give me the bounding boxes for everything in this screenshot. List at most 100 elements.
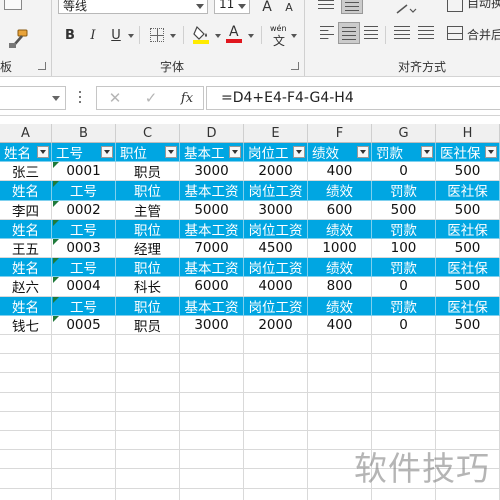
table-cell[interactable] — [116, 411, 180, 431]
header-cell[interactable]: 姓名 — [0, 258, 52, 278]
table-cell[interactable] — [244, 392, 308, 412]
table-cell[interactable] — [52, 335, 116, 355]
table-cell[interactable]: 0004 — [52, 277, 116, 297]
table-cell[interactable]: 100 — [372, 239, 436, 259]
cancel-icon[interactable]: ✕ — [105, 89, 125, 107]
table-cell[interactable] — [372, 411, 436, 431]
chevron-down-icon[interactable] — [170, 34, 176, 38]
table-cell[interactable]: 400 — [308, 162, 372, 182]
borders-icon[interactable] — [150, 28, 164, 42]
table-cell[interactable] — [436, 335, 500, 355]
table-cell[interactable] — [52, 431, 116, 451]
table-cell[interactable] — [308, 373, 372, 393]
fill-color-icon[interactable] — [193, 24, 211, 44]
column-header-g[interactable]: G — [372, 124, 436, 143]
table-cell[interactable] — [0, 392, 52, 412]
header-cell[interactable]: 医社保 — [436, 181, 500, 201]
table-cell[interactable] — [436, 392, 500, 412]
orientation-icon[interactable] — [395, 0, 417, 14]
decrease-indent-icon[interactable] — [394, 26, 410, 40]
table-cell[interactable] — [0, 373, 52, 393]
header-cell[interactable]: 医社保 — [436, 258, 500, 278]
header-cell[interactable]: 姓名 — [0, 296, 52, 316]
table-cell[interactable]: 400 — [308, 315, 372, 335]
header-cell[interactable]: 职位 — [116, 219, 180, 239]
header-cell[interactable]: 工号 — [52, 219, 116, 239]
header-cell[interactable]: 职位 — [116, 296, 180, 316]
header-cell[interactable]: 罚款 — [372, 258, 436, 278]
table-cell[interactable] — [0, 431, 52, 451]
header-cell[interactable]: 工号 — [52, 181, 116, 201]
table-cell[interactable] — [244, 354, 308, 374]
header-cell[interactable]: 岗位工 — [244, 143, 308, 163]
font-name-select[interactable]: 等线 — [58, 0, 208, 14]
header-cell[interactable]: 工号 — [52, 296, 116, 316]
align-top-icon[interactable] — [318, 0, 334, 12]
enter-icon[interactable]: ✓ — [141, 89, 161, 107]
table-cell[interactable]: 赵六 — [0, 277, 52, 297]
table-cell[interactable] — [244, 373, 308, 393]
header-cell[interactable]: 基本工资 — [180, 296, 244, 316]
table-cell[interactable]: 主管 — [116, 200, 180, 220]
table-cell[interactable]: 0002 — [52, 200, 116, 220]
chevron-down-icon[interactable] — [52, 96, 60, 101]
table-cell[interactable] — [116, 431, 180, 451]
table-cell[interactable]: 1000 — [308, 239, 372, 259]
table-cell[interactable] — [52, 354, 116, 374]
header-cell[interactable]: 基本工资 — [180, 181, 244, 201]
merge-center-label[interactable]: 合并后 — [467, 26, 500, 43]
format-painter-icon[interactable] — [6, 28, 30, 50]
bold-button[interactable]: B — [62, 26, 78, 44]
table-cell[interactable]: 钱七 — [0, 315, 52, 335]
column-header-h[interactable]: H — [436, 124, 500, 143]
increase-font-size-button[interactable]: A — [258, 0, 276, 15]
header-cell[interactable]: 岗位工资 — [244, 258, 308, 278]
table-cell[interactable] — [52, 411, 116, 431]
table-cell[interactable] — [372, 488, 436, 500]
table-cell[interactable]: 4500 — [244, 239, 308, 259]
header-cell[interactable]: 职位 — [116, 143, 180, 163]
filter-dropdown-icon[interactable] — [485, 146, 497, 158]
table-cell[interactable] — [180, 373, 244, 393]
table-cell[interactable] — [0, 411, 52, 431]
table-cell[interactable]: 0 — [372, 162, 436, 182]
table-cell[interactable]: 职员 — [116, 315, 180, 335]
align-center-button[interactable] — [338, 22, 360, 44]
table-cell[interactable] — [116, 450, 180, 470]
table-cell[interactable] — [244, 488, 308, 500]
table-cell[interactable] — [244, 431, 308, 451]
table-cell[interactable] — [244, 469, 308, 489]
font-launcher-icon[interactable] — [291, 62, 299, 70]
wrap-text-label[interactable]: 自动换 — [467, 0, 500, 11]
header-cell[interactable]: 医社保 — [436, 143, 500, 163]
table-cell[interactable] — [180, 469, 244, 489]
table-cell[interactable] — [308, 411, 372, 431]
table-cell[interactable] — [52, 488, 116, 500]
header-cell[interactable]: 基本工 — [180, 143, 244, 163]
header-cell[interactable]: 绩效 — [308, 296, 372, 316]
table-cell[interactable] — [308, 335, 372, 355]
column-header-c[interactable]: C — [116, 124, 180, 143]
table-cell[interactable] — [244, 411, 308, 431]
increase-indent-icon[interactable] — [418, 26, 434, 40]
filter-dropdown-icon[interactable] — [37, 146, 49, 158]
table-cell[interactable] — [372, 392, 436, 412]
column-header-a[interactable]: A — [0, 124, 52, 143]
table-cell[interactable] — [0, 354, 52, 374]
table-cell[interactable] — [180, 392, 244, 412]
table-cell[interactable]: 500 — [436, 277, 500, 297]
header-cell[interactable]: 基本工资 — [180, 219, 244, 239]
table-cell[interactable]: 0005 — [52, 315, 116, 335]
table-cell[interactable]: 3000 — [244, 200, 308, 220]
column-header-e[interactable]: E — [244, 124, 308, 143]
more-options-icon[interactable] — [79, 91, 81, 103]
header-cell[interactable]: 岗位工资 — [244, 219, 308, 239]
table-cell[interactable]: 4000 — [244, 277, 308, 297]
filter-dropdown-icon[interactable] — [293, 146, 305, 158]
name-box[interactable] — [0, 86, 66, 110]
table-cell[interactable]: 经理 — [116, 239, 180, 259]
table-cell[interactable]: 500 — [436, 315, 500, 335]
header-cell[interactable]: 医社保 — [436, 219, 500, 239]
table-cell[interactable] — [244, 450, 308, 470]
align-middle-icon[interactable] — [341, 0, 363, 14]
